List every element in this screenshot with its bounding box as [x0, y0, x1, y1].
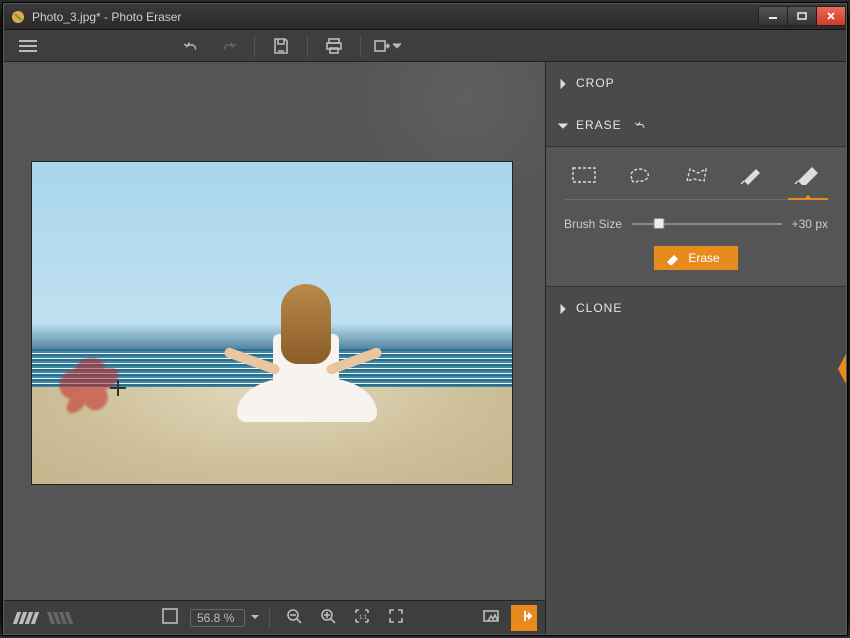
fullscreen-button[interactable] — [382, 604, 410, 632]
before-after-icon — [516, 608, 532, 627]
save-icon — [272, 37, 290, 55]
tool-brush-large[interactable] — [788, 161, 828, 189]
erase-button-label: Erase — [688, 251, 719, 265]
hamburger-icon — [19, 40, 37, 52]
app-icon — [10, 9, 26, 25]
undo-icon — [183, 37, 201, 55]
tool-brush-small[interactable] — [732, 161, 772, 189]
slider-thumb[interactable] — [653, 218, 664, 229]
minimize-button[interactable] — [758, 6, 788, 26]
export-button[interactable] — [373, 32, 401, 60]
photo-subject — [243, 284, 363, 464]
maximize-button[interactable] — [787, 6, 817, 26]
print-button[interactable] — [320, 32, 348, 60]
compare-icon — [482, 607, 500, 628]
actual-size-button[interactable]: 1:1 — [348, 604, 376, 632]
zoom-out-button[interactable] — [280, 604, 308, 632]
panel-body-erase: Brush Size +30 px Erase — [546, 146, 846, 287]
export-icon — [373, 37, 391, 55]
panel-header-clone[interactable]: CLONE — [546, 287, 846, 329]
zoom-dropdown-icon[interactable] — [251, 615, 259, 620]
erase-selection-mark — [50, 344, 150, 424]
brush-size-slider[interactable] — [632, 216, 782, 232]
menu-button[interactable] — [14, 32, 42, 60]
panel-header-crop[interactable]: CROP — [546, 62, 846, 104]
undo-small-icon — [634, 120, 648, 130]
zoom-out-icon — [285, 607, 303, 628]
brush-cursor-icon — [110, 380, 126, 396]
zoom-in-icon — [319, 607, 337, 628]
erase-tool-row — [564, 161, 828, 200]
main-area: 56.8 % 1:1 — [4, 62, 846, 634]
panel-label-clone: CLONE — [576, 301, 622, 315]
chevron-down-icon — [558, 120, 568, 130]
titlebar: Photo_3.jpg* - Photo Eraser — [4, 4, 846, 30]
panel-label-erase: ERASE — [576, 118, 622, 132]
erase-button[interactable]: Erase — [654, 246, 737, 270]
brush-size-label: Brush Size — [564, 217, 622, 231]
tool-poly-select[interactable] — [676, 161, 716, 189]
zoom-in-button[interactable] — [314, 604, 342, 632]
window-controls — [759, 6, 846, 26]
before-after-button[interactable] — [511, 605, 537, 631]
close-button[interactable] — [816, 6, 846, 26]
print-icon — [325, 37, 343, 55]
history-forward-icon — [49, 612, 71, 624]
tool-lasso-select[interactable] — [620, 161, 660, 189]
app-window: Photo_3.jpg* - Photo Eraser — [3, 3, 847, 635]
canvas-pane: 56.8 % 1:1 — [4, 62, 546, 634]
chevron-right-icon — [558, 78, 568, 88]
history-back-icon — [15, 612, 37, 624]
window-title: Photo_3.jpg* - Photo Eraser — [32, 10, 181, 24]
eraser-icon — [664, 251, 680, 265]
panel-header-erase[interactable]: ERASE — [546, 104, 846, 146]
fullscreen-icon — [387, 607, 405, 628]
actual-size-icon: 1:1 — [353, 607, 371, 628]
zoom-readout[interactable]: 56.8 % — [190, 609, 245, 627]
toolbar — [4, 30, 846, 62]
photo-canvas[interactable] — [32, 162, 512, 484]
history-forward-button[interactable] — [46, 604, 74, 632]
tool-rect-select[interactable] — [564, 161, 604, 189]
undo-button[interactable] — [178, 32, 206, 60]
history-back-button[interactable] — [12, 604, 40, 632]
statusbar: 56.8 % 1:1 — [4, 600, 545, 634]
save-button[interactable] — [267, 32, 295, 60]
panel-label-crop: CROP — [576, 76, 615, 90]
compare-button[interactable] — [477, 604, 505, 632]
canvas-stage[interactable] — [4, 62, 545, 600]
side-panels: CROP ERASE — [546, 62, 846, 634]
fit-screen-icon — [161, 607, 179, 628]
redo-icon — [219, 37, 237, 55]
svg-text:1:1: 1:1 — [359, 615, 368, 621]
redo-button[interactable] — [214, 32, 242, 60]
fit-screen-button[interactable] — [156, 604, 184, 632]
brush-size-value: +30 px — [792, 217, 828, 231]
chevron-right-icon — [558, 303, 568, 313]
